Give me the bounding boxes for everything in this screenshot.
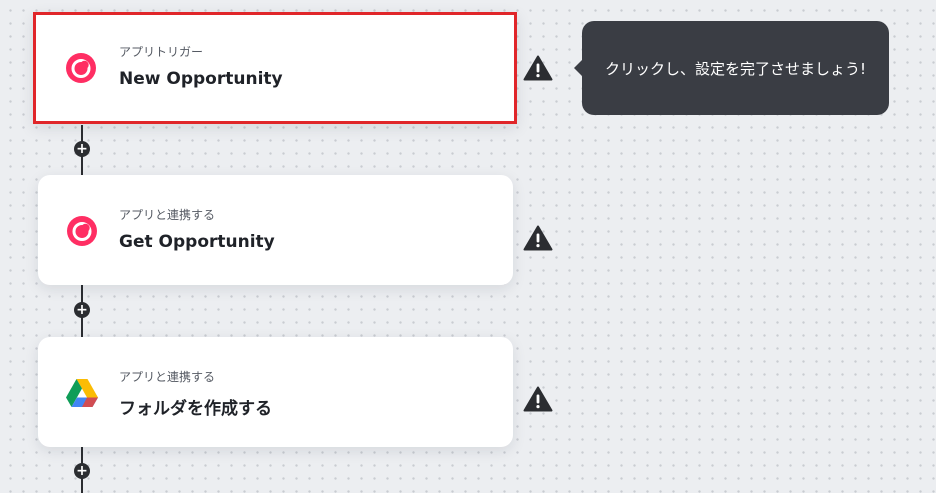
tooltip-text: クリックし、設定を完了させましょう! [604, 59, 866, 78]
step-title: New Opportunity [119, 69, 283, 89]
warning-icon[interactable] [523, 386, 553, 412]
add-step-button[interactable]: + [74, 141, 90, 157]
flow-step-card-trigger[interactable]: アプリトリガー New Opportunity [33, 12, 517, 124]
add-step-button[interactable]: + [74, 463, 90, 479]
step-type-label: アプリと連携する [119, 370, 216, 384]
google-drive-icon [66, 379, 98, 407]
step-title: フォルダを作成する [119, 399, 272, 419]
step-title: Get Opportunity [119, 232, 275, 252]
crm-logo-icon [67, 216, 97, 246]
tooltip: クリックし、設定を完了させましょう! [574, 21, 889, 115]
tooltip-arrow [574, 60, 582, 76]
crm-logo-icon [66, 53, 96, 83]
add-step-button[interactable]: + [74, 302, 90, 318]
step-type-label: アプリトリガー [119, 45, 204, 59]
warning-icon[interactable] [523, 55, 553, 81]
flow-step-card[interactable]: アプリと連携する Get Opportunity [38, 175, 513, 285]
flow-step-card[interactable]: アプリと連携する フォルダを作成する [38, 337, 513, 447]
step-type-label: アプリと連携する [119, 208, 216, 222]
warning-icon[interactable] [523, 225, 553, 251]
